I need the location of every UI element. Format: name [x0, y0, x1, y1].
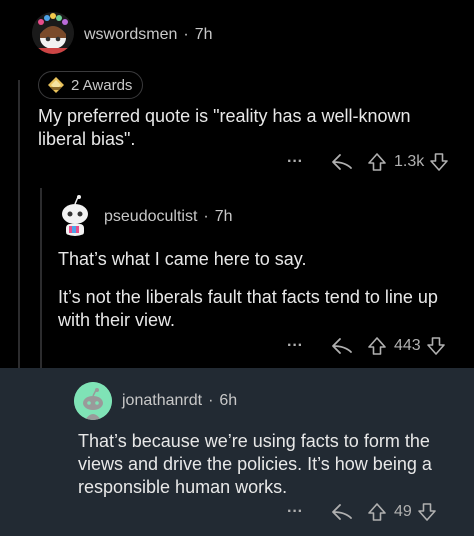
downvote-icon [430, 153, 449, 171]
avatar[interactable] [32, 12, 74, 54]
comment-timestamp: 7h [194, 26, 213, 43]
comment-body-paragraph-1: That’s what I came here to say. [58, 249, 307, 269]
comment-author[interactable]: wswordsmen [84, 26, 177, 44]
upvote-icon [368, 503, 386, 521]
reply-button[interactable] [320, 336, 364, 356]
separator-dot: · [208, 392, 214, 409]
downvote-icon [426, 337, 445, 355]
more-icon: ··· [287, 503, 303, 520]
upvote-button[interactable] [364, 152, 390, 172]
more-icon: ··· [287, 337, 303, 354]
comment-body: That’s because we’re using facts to form… [78, 431, 432, 497]
comment-author[interactable]: jonathanrdt [122, 392, 202, 410]
avatar[interactable] [74, 382, 112, 420]
comment-timestamp: 7h [214, 208, 233, 225]
comment-body-paragraph-2: It’s not the liberals fault that facts t… [58, 287, 438, 330]
vote-count: 1.3k [394, 153, 425, 170]
comment-body: My preferred quote is "reality has a wel… [38, 106, 411, 149]
thread-line-2[interactable] [40, 188, 42, 370]
reply-icon [332, 338, 352, 354]
downvote-icon [417, 503, 436, 521]
upvote-button[interactable] [364, 336, 390, 356]
comment-author[interactable]: pseudocultist [104, 208, 197, 226]
awards-label: 2 Awards [71, 76, 133, 94]
avatar[interactable] [54, 194, 96, 236]
reply-icon [332, 154, 352, 170]
downvote-button[interactable] [425, 336, 447, 356]
separator-dot: · [183, 26, 189, 43]
award-icon [47, 76, 65, 94]
reply-button[interactable] [320, 502, 364, 522]
downvote-button[interactable] [428, 152, 450, 172]
upvote-button[interactable] [364, 502, 390, 522]
upvote-icon [368, 337, 386, 355]
thread-line-1[interactable] [18, 80, 20, 370]
upvote-icon [368, 153, 386, 171]
separator-dot: · [203, 208, 209, 225]
comment-timestamp: 6h [219, 392, 238, 409]
more-options-button[interactable]: ··· [280, 337, 310, 355]
reply-icon [332, 504, 352, 520]
more-options-button[interactable]: ··· [280, 153, 310, 171]
more-options-button[interactable]: ··· [280, 503, 310, 521]
vote-count: 49 [394, 503, 412, 520]
vote-count: 443 [394, 337, 421, 354]
reply-button[interactable] [320, 152, 364, 172]
awards-badge[interactable]: 2 Awards [38, 71, 144, 99]
downvote-button[interactable] [416, 502, 438, 522]
more-icon: ··· [287, 153, 303, 170]
